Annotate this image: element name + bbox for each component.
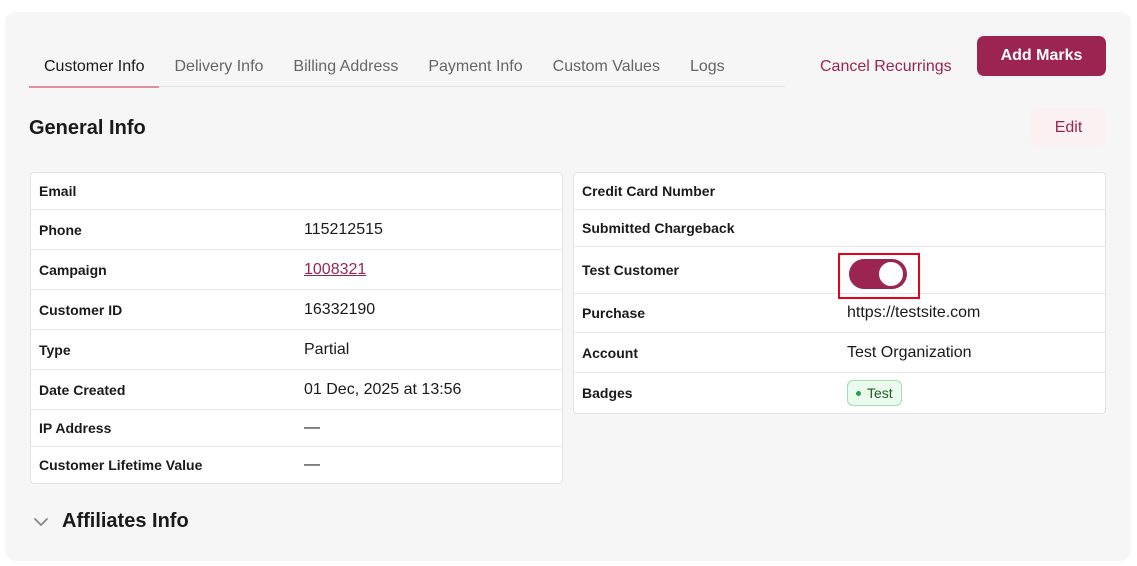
ip-address-value: — [304, 419, 320, 436]
table-row: Badges Test [574, 373, 1105, 413]
tab-billing-address[interactable]: Billing Address [278, 47, 413, 87]
table-row: Campaign 1008321 [31, 250, 562, 290]
table-row: Purchase https://testsite.com [574, 294, 1105, 333]
row-label: Customer Lifetime Value [39, 457, 203, 473]
test-badge: Test [847, 380, 902, 406]
row-label: Test Customer [582, 262, 679, 278]
campaign-link[interactable]: 1008321 [304, 261, 366, 279]
tab-logs[interactable]: Logs [675, 47, 740, 87]
table-row: Customer ID 16332190 [31, 290, 562, 330]
edit-button[interactable]: Edit [1031, 108, 1106, 147]
add-marks-button[interactable]: Add Marks [977, 36, 1106, 76]
row-label: Date Created [39, 381, 126, 398]
row-label: Credit Card Number [582, 183, 716, 199]
lifetime-value-value: — [304, 456, 320, 473]
table-row: Type Partial [31, 330, 562, 370]
row-label: Account [582, 344, 638, 361]
badge-label: Test [867, 385, 893, 401]
tab-bar: Customer Info Delivery Info Billing Addr… [29, 47, 785, 88]
purchase-value: https://testsite.com [847, 304, 981, 321]
row-label: Badges [582, 385, 633, 401]
table-row: Email [31, 173, 562, 210]
affiliates-info-heading: Affiliates Info [62, 510, 189, 532]
row-label: Submitted Chargeback [582, 220, 735, 236]
test-customer-toggle-wrap [838, 253, 920, 299]
row-label: Phone [39, 221, 82, 238]
general-info-left-table: Email Phone 115212515 Campaign 1008321 C… [30, 172, 563, 484]
table-row: Phone 115212515 [31, 210, 562, 250]
tab-customer-info[interactable]: Customer Info [29, 47, 160, 88]
row-label: Email [39, 183, 77, 199]
table-row: Test Customer [574, 247, 1105, 299]
badge-dot-icon [856, 390, 861, 396]
general-info-right-table: Credit Card Number Submitted Chargeback … [573, 172, 1106, 414]
cancel-recurrings-link[interactable]: Cancel Recurrings [820, 58, 952, 76]
general-info-heading: General Info [29, 117, 146, 139]
table-row: Customer Lifetime Value — [31, 447, 562, 483]
date-created-value: 01 Dec, 2025 at 13:56 [304, 380, 462, 398]
table-row: IP Address — [31, 410, 562, 447]
tab-custom-values[interactable]: Custom Values [538, 47, 675, 87]
table-row: Date Created 01 Dec, 2025 at 13:56 [31, 370, 562, 410]
table-row: Account Test Organization [574, 333, 1105, 373]
account-value: Test Organization [847, 343, 972, 361]
tab-delivery-info[interactable]: Delivery Info [159, 47, 278, 87]
tab-payment-info[interactable]: Payment Info [413, 47, 537, 87]
row-label: Campaign [39, 261, 107, 278]
customer-panel: Customer Info Delivery Info Billing Addr… [5, 12, 1131, 561]
table-row: Credit Card Number [574, 173, 1105, 210]
type-value: Partial [304, 340, 350, 358]
row-label: Type [39, 341, 71, 358]
row-label: Purchase [582, 305, 646, 321]
table-row: Submitted Chargeback [574, 210, 1105, 247]
affiliates-info-toggle[interactable]: Affiliates Info [32, 510, 189, 533]
phone-value: 115212515 [304, 220, 383, 238]
test-customer-toggle[interactable] [849, 259, 907, 289]
row-label: Customer ID [39, 301, 123, 318]
customer-id-value: 16332190 [304, 300, 376, 318]
row-label: IP Address [39, 420, 112, 436]
toggle-knob [879, 262, 903, 286]
chevron-down-icon [34, 517, 48, 526]
